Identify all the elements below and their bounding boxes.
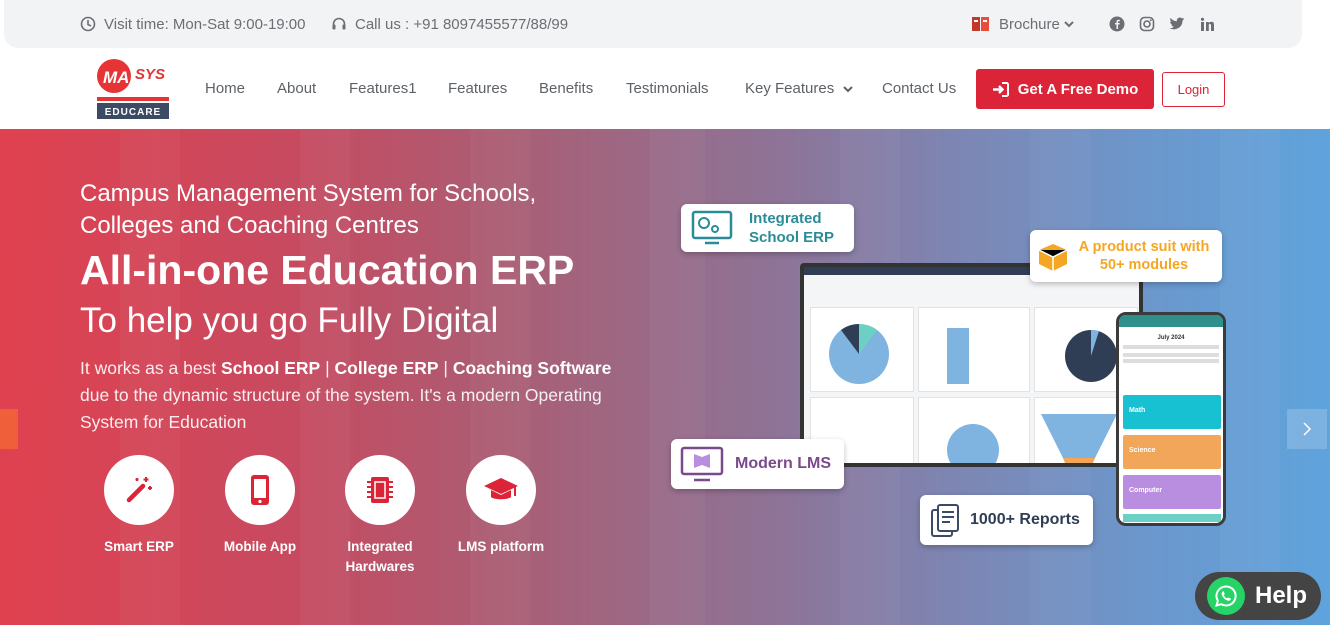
twitter-icon[interactable]: [1168, 15, 1186, 33]
documents-icon: [931, 504, 959, 537]
graduation-cap-icon: [484, 478, 518, 500]
chip-icon: [367, 477, 393, 503]
nav-testimonials[interactable]: Testimonials: [626, 80, 709, 97]
box-icon: [1038, 244, 1068, 271]
nav-features1[interactable]: Features1: [349, 80, 417, 97]
badge-modern-lms: Modern LMS: [671, 439, 844, 489]
linkedin-icon[interactable]: [1198, 15, 1216, 33]
chevron-right-icon: [1303, 422, 1312, 436]
mobile-app-mockup: July 2024 Math Science Computer: [1116, 312, 1226, 526]
call-us[interactable]: Call us : +91 8097455577/88/99: [331, 0, 568, 48]
brochure-dropdown[interactable]: Brochure: [971, 0, 1083, 48]
brochure-icon: [972, 17, 989, 31]
nav-home[interactable]: Home: [205, 80, 245, 97]
magic-wand-icon: [126, 477, 152, 503]
badge-reports: 1000+ Reports: [920, 495, 1093, 545]
hero-tagline: To help you go Fully Digital: [80, 301, 499, 340]
dashboard-laptop-mockup: [800, 263, 1143, 467]
mobile-icon: [251, 475, 269, 505]
hero-subtitle: Campus Management System for Schools, Co…: [80, 180, 537, 239]
visit-time: Visit time: Mon-Sat 9:00-19:00: [80, 0, 306, 48]
feature-mobile-app[interactable]: Mobile App: [200, 455, 320, 557]
monitor-book-icon: [680, 446, 724, 482]
hero-description: It works as a best School ERP | College …: [80, 358, 612, 432]
instagram-icon[interactable]: [1138, 15, 1156, 33]
slider-next-button[interactable]: [1287, 409, 1327, 449]
social-links: [1108, 0, 1228, 48]
chevron-down-icon: [843, 85, 853, 92]
facebook-icon[interactable]: [1108, 15, 1126, 33]
feature-integrated-hardwares[interactable]: Integrated Hardwares: [320, 455, 440, 577]
nav-features[interactable]: Features: [448, 80, 507, 97]
svg-text:SYS: SYS: [135, 66, 165, 83]
monitor-gear-icon: [691, 210, 733, 245]
whatsapp-help-button[interactable]: Help: [1195, 572, 1321, 620]
feature-smart-erp[interactable]: Smart ERP: [79, 455, 199, 557]
headset-icon: [332, 17, 346, 30]
nav-benefits[interactable]: Benefits: [539, 80, 593, 97]
masys-educare-logo[interactable]: MA SYS EDUCARE: [88, 56, 178, 122]
whatsapp-icon: [1215, 585, 1237, 607]
slider-prev-button[interactable]: [0, 409, 18, 449]
nav-contact-us[interactable]: Contact Us: [882, 80, 956, 97]
top-info-bar: Visit time: Mon-Sat 9:00-19:00 Call us :…: [4, 0, 1302, 48]
badge-integrated-school-erp: Integrated School ERP: [681, 204, 854, 252]
svg-text:MA: MA: [103, 68, 129, 87]
feature-lms-platform[interactable]: LMS platform: [441, 455, 561, 557]
get-free-demo-button[interactable]: Get A Free Demo: [976, 69, 1154, 109]
sign-in-icon: [992, 81, 1009, 97]
nav-about[interactable]: About: [277, 80, 316, 97]
nav-key-features[interactable]: Key Features: [745, 80, 854, 97]
hero-headline: All-in-one Education ERP: [80, 247, 575, 293]
badge-product-suit: A product suit with 50+ modules: [1030, 230, 1222, 282]
chevron-down-icon: [1064, 21, 1074, 28]
clock-icon: [80, 16, 96, 32]
svg-text:EDUCARE: EDUCARE: [105, 107, 161, 118]
login-button[interactable]: Login: [1162, 72, 1225, 107]
